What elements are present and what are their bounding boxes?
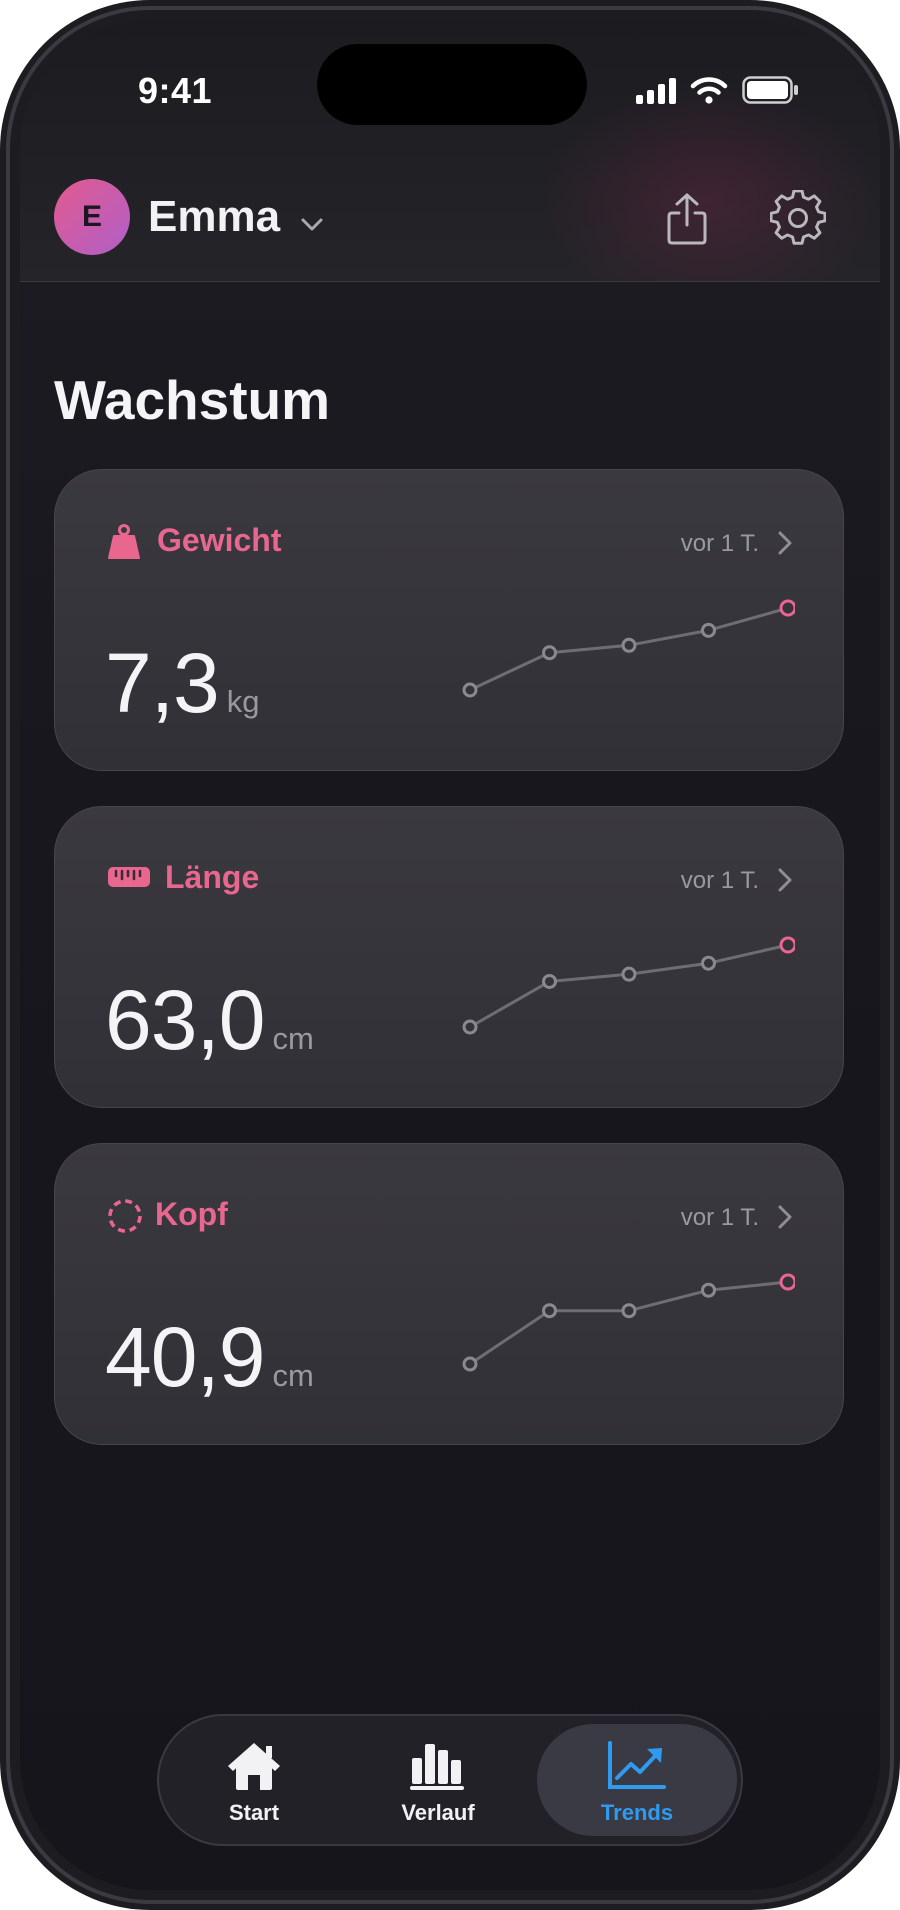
tab-start[interactable]: Start	[159, 1724, 349, 1836]
trend-sparkline	[462, 599, 795, 698]
value-unit: cm	[272, 1358, 314, 1393]
trend-sparkline	[462, 1273, 795, 1372]
value-unit: kg	[226, 684, 260, 719]
trend-line-icon	[608, 1741, 666, 1789]
value-number: 7,3	[105, 636, 220, 730]
trend-point	[701, 1282, 716, 1298]
app-screen: 9:41 E Emma Wachstum Gewicht vor 1 T. 7,…	[20, 20, 880, 1890]
chevron-right-icon[interactable]	[777, 867, 793, 893]
tab-trends[interactable]: Trends	[537, 1724, 737, 1836]
bar-chart-icon	[410, 1744, 464, 1790]
trend-point-latest	[779, 1273, 795, 1291]
tab-label: Start	[228, 1800, 280, 1825]
trend-point	[621, 637, 637, 653]
avatar[interactable]: E	[54, 179, 130, 255]
tab-label: Verlauf	[401, 1800, 475, 1825]
value-number: 63,0	[105, 973, 265, 1067]
battery-icon	[742, 76, 798, 104]
dynamic-island	[317, 44, 587, 125]
trend-point	[701, 622, 716, 638]
trend-point	[542, 645, 557, 661]
trend-point-latest	[779, 599, 795, 617]
avatar-initial: E	[81, 200, 102, 233]
metric-value: 40,9 cm	[105, 1309, 314, 1406]
metric-value: 63,0 cm	[105, 972, 314, 1069]
trend-point	[701, 955, 716, 971]
tab-bar: Start Verlauf Trends	[157, 1714, 743, 1846]
chevron-down-icon[interactable]	[300, 217, 324, 233]
status-time: 9:41	[138, 70, 213, 111]
trend-point	[542, 973, 557, 989]
cellular-signal-icon	[636, 78, 676, 104]
updated-time: vor 1 T.	[680, 867, 759, 894]
tab-verlauf[interactable]: Verlauf	[343, 1724, 533, 1836]
trend-line	[469, 1280, 789, 1366]
updated-time: vor 1 T.	[680, 530, 759, 557]
value-unit: cm	[272, 1021, 314, 1056]
trend-point	[462, 1356, 478, 1372]
page-title: Wachstum	[54, 369, 331, 431]
user-name[interactable]: Emma	[148, 192, 280, 242]
gear-icon[interactable]	[770, 190, 826, 246]
share-icon[interactable]	[665, 192, 709, 246]
card-title: Länge	[165, 859, 260, 895]
home-icon	[228, 1743, 280, 1790]
trend-line	[469, 943, 789, 1029]
tab-label: Trends	[600, 1800, 674, 1825]
chevron-right-icon[interactable]	[777, 1204, 793, 1230]
metric-card-weight[interactable]: Gewicht vor 1 T. 7,3 kg	[54, 469, 844, 771]
head-circumference-icon	[108, 1199, 142, 1233]
trend-sparkline	[462, 936, 795, 1035]
metric-value: 7,3 kg	[105, 635, 260, 732]
wifi-icon	[690, 77, 728, 104]
trend-point	[462, 1019, 478, 1035]
card-title: Kopf	[155, 1196, 228, 1232]
weight-icon	[108, 524, 140, 559]
trend-point-latest	[779, 936, 795, 954]
chevron-right-icon[interactable]	[777, 530, 793, 556]
updated-time: vor 1 T.	[680, 1204, 759, 1231]
trend-point	[542, 1303, 557, 1319]
metric-card-head[interactable]: Kopf vor 1 T. 40,9 cm	[54, 1143, 844, 1445]
phone-frame: 9:41 E Emma Wachstum Gewicht vor 1 T. 7,…	[0, 0, 900, 1910]
value-number: 40,9	[105, 1310, 265, 1404]
metric-card-length[interactable]: Länge vor 1 T. 63,0 cm	[54, 806, 844, 1108]
ruler-icon	[108, 867, 150, 887]
trend-point	[621, 966, 637, 982]
trend-point	[462, 682, 478, 698]
trend-point	[621, 1303, 637, 1319]
card-title: Gewicht	[157, 522, 282, 558]
